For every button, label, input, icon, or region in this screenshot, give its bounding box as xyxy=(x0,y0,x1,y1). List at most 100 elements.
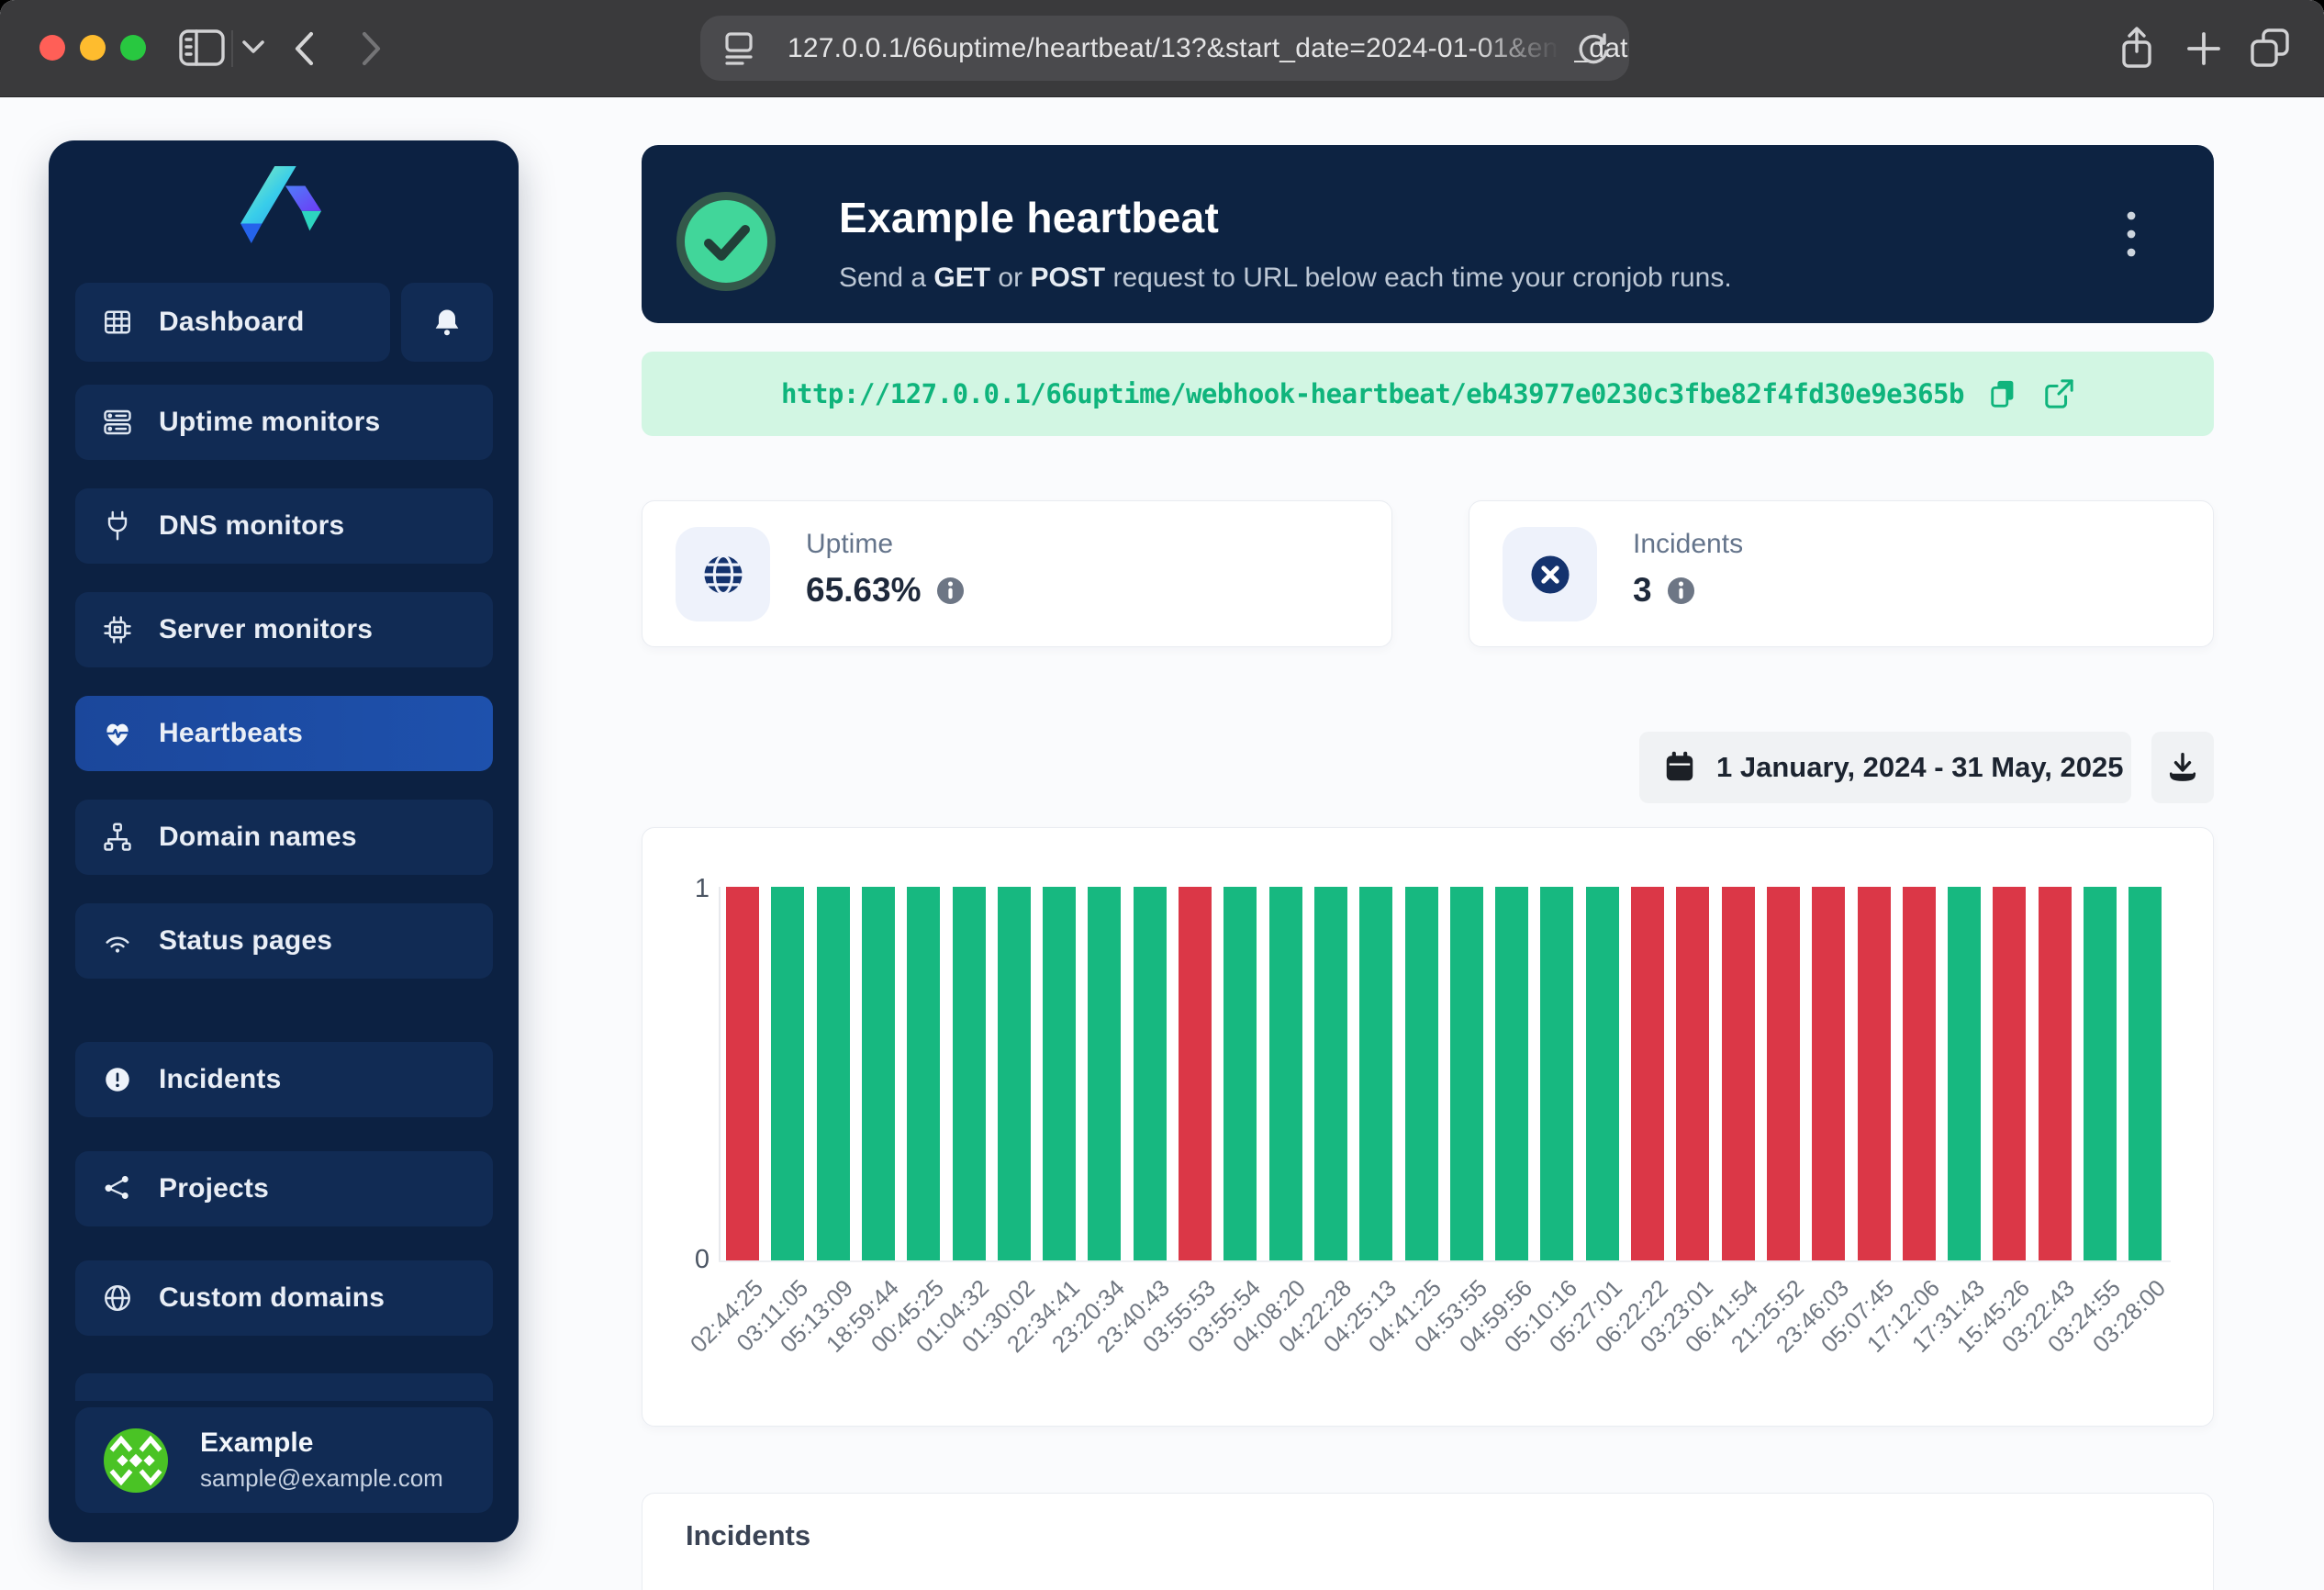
alert-circle-icon xyxy=(100,1062,135,1097)
external-link-icon[interactable] xyxy=(2043,378,2074,409)
heartbeat-bar-up[interactable] xyxy=(2128,887,2162,1260)
sidebar-item-domain-names[interactable]: Domain names xyxy=(75,800,493,875)
app-logo[interactable] xyxy=(49,164,519,245)
x-tick-label: 22:34:41 xyxy=(1002,1275,1086,1359)
forward-icon[interactable] xyxy=(360,30,384,67)
x-tick-label-wrap: 23:46:03 xyxy=(1680,1275,1836,1302)
heartbeat-bar-up[interactable] xyxy=(1495,887,1528,1260)
sidebar-item-status-pages[interactable]: Status pages xyxy=(75,903,493,979)
stat-label: Incidents xyxy=(1633,529,1743,560)
tabs-icon[interactable] xyxy=(2249,27,2291,69)
copy-icon[interactable] xyxy=(1988,378,2019,409)
zoom-window-button[interactable] xyxy=(120,35,146,61)
sidebar-item-custom-domains[interactable]: Custom domains xyxy=(75,1260,493,1336)
heartbeat-bar-up[interactable] xyxy=(1269,887,1302,1260)
x-tick-label-wrap: 03:24:55 xyxy=(1951,1275,2107,1302)
heartbeat-bar-down[interactable] xyxy=(726,887,759,1260)
download-button[interactable] xyxy=(2151,732,2214,803)
share-icon[interactable] xyxy=(2117,26,2157,72)
heartbeat-bar-up[interactable] xyxy=(1223,887,1257,1260)
wifi-icon xyxy=(100,924,135,958)
close-window-button[interactable] xyxy=(39,35,65,61)
heartbeat-bar-down[interactable] xyxy=(1858,887,1891,1260)
x-tick-label: 02:44:25 xyxy=(686,1275,769,1359)
sidebar-item-dns-monitors[interactable]: DNS monitors xyxy=(75,488,493,564)
heartbeat-bar-down[interactable] xyxy=(1812,887,1845,1260)
x-tick-label-wrap: 05:13:09 xyxy=(685,1275,841,1302)
info-icon[interactable] xyxy=(936,577,965,605)
date-range-label: 1 January, 2024 - 31 May, 2025 xyxy=(1716,751,2123,784)
sidebar-item-uptime-monitors[interactable]: Uptime monitors xyxy=(75,385,493,460)
calendar-icon xyxy=(1663,750,1696,785)
webhook-url-banner: http://127.0.0.1/66uptime/webhook-heartb… xyxy=(642,352,2214,436)
heartbeat-bar-up[interactable] xyxy=(1450,887,1483,1260)
heartbeat-bar-down[interactable] xyxy=(1722,887,1755,1260)
profile-card[interactable]: Example sample@example.com xyxy=(75,1407,493,1513)
x-tick-label: 03:22:43 xyxy=(1997,1275,2081,1359)
reload-icon[interactable] xyxy=(1576,31,1611,66)
heartbeat-bar-up[interactable] xyxy=(1314,887,1347,1260)
x-axis-line xyxy=(719,1260,2171,1262)
x-tick-label-wrap: 23:40:43 xyxy=(1001,1275,1157,1302)
heartbeat-bar-up[interactable] xyxy=(2084,887,2117,1260)
subtitle-text: Send a xyxy=(839,263,933,293)
heartbeat-bar-up[interactable] xyxy=(998,887,1031,1260)
heartbeat-bar-up[interactable] xyxy=(1540,887,1573,1260)
sidebar-item-server-monitors[interactable]: Server monitors xyxy=(75,592,493,667)
address-bar[interactable]: 127.0.0.1/66uptime/heartbeat/13?&start_d… xyxy=(700,16,1629,81)
heartbeat-bar-up[interactable] xyxy=(1043,887,1076,1260)
heartbeat-bar-up[interactable] xyxy=(862,887,895,1260)
x-circle-icon xyxy=(1503,527,1597,621)
heartbeat-bar-up[interactable] xyxy=(771,887,804,1260)
webhook-url[interactable]: http://127.0.0.1/66uptime/webhook-heartb… xyxy=(781,378,1964,409)
x-tick-label: 05:07:45 xyxy=(1816,1275,1900,1359)
sidebar-item-heartbeats[interactable]: Heartbeats xyxy=(75,696,493,771)
profile-email: sample@example.com xyxy=(200,1464,443,1493)
x-tick-label: 05:27:01 xyxy=(1545,1275,1628,1359)
minimize-window-button[interactable] xyxy=(80,35,106,61)
x-tick-label-wrap: 18:59:44 xyxy=(730,1275,886,1302)
heartbeat-bar-down[interactable] xyxy=(1179,887,1212,1260)
heartbeat-bar-down[interactable] xyxy=(1767,887,1800,1260)
x-tick-label: 03:55:53 xyxy=(1138,1275,1222,1359)
heartbeat-bar-down[interactable] xyxy=(1676,887,1709,1260)
sidebar: Dashboard Uptime monitors DNS monitors Ser… xyxy=(49,140,519,1542)
sidebar-toggle-icon[interactable] xyxy=(178,28,226,68)
date-range-picker[interactable]: 1 January, 2024 - 31 May, 2025 xyxy=(1639,732,2131,803)
kebab-menu-icon[interactable] xyxy=(2113,202,2150,266)
info-icon[interactable] xyxy=(1667,577,1695,605)
heartbeat-bar-down[interactable] xyxy=(1631,887,1664,1260)
server-stack-icon xyxy=(100,405,135,440)
x-tick-label-wrap: 17:31:43 xyxy=(1816,1275,1972,1302)
x-tick-label-wrap: 05:27:01 xyxy=(1454,1275,1610,1302)
sidebar-item-incidents[interactable]: Incidents xyxy=(75,1042,493,1117)
heartbeat-bar-up[interactable] xyxy=(1359,887,1392,1260)
sidebar-item-projects[interactable]: Projects xyxy=(75,1151,493,1226)
y-axis-line xyxy=(719,887,721,1262)
notifications-button[interactable] xyxy=(401,283,493,362)
profile-name: Example xyxy=(200,1428,443,1459)
heartbeat-bar-down[interactable] xyxy=(1993,887,2026,1260)
sidebar-item-partial[interactable] xyxy=(75,1373,493,1401)
heartbeat-bar-up[interactable] xyxy=(1948,887,1981,1260)
heartbeat-bar-up[interactable] xyxy=(907,887,940,1260)
heartbeat-bar-up[interactable] xyxy=(817,887,850,1260)
heartbeat-bar-up[interactable] xyxy=(1405,887,1438,1260)
heartbeat-bar-up[interactable] xyxy=(1134,887,1167,1260)
chevron-down-icon[interactable] xyxy=(241,39,265,55)
back-icon[interactable] xyxy=(292,30,316,67)
heartbeat-bar-up[interactable] xyxy=(1088,887,1121,1260)
new-tab-icon[interactable] xyxy=(2184,29,2223,68)
heartbeat-bar-down[interactable] xyxy=(1903,887,1936,1260)
x-tick-label-wrap: 03:11:05 xyxy=(639,1275,795,1302)
heartbeat-bar-up[interactable] xyxy=(953,887,986,1260)
sidebar-item-dashboard[interactable]: Dashboard xyxy=(75,283,390,362)
x-tick-label: 23:20:34 xyxy=(1047,1275,1131,1359)
x-tick-label: 03:24:55 xyxy=(2043,1275,2127,1359)
page-icon[interactable] xyxy=(721,30,757,67)
sidebar-item-label: Projects xyxy=(159,1173,269,1204)
x-tick-label: 04:22:28 xyxy=(1274,1275,1358,1359)
x-tick-label-wrap: 04:41:25 xyxy=(1273,1275,1429,1302)
heartbeat-bar-up[interactable] xyxy=(1586,887,1619,1260)
heartbeat-bar-down[interactable] xyxy=(2039,887,2072,1260)
